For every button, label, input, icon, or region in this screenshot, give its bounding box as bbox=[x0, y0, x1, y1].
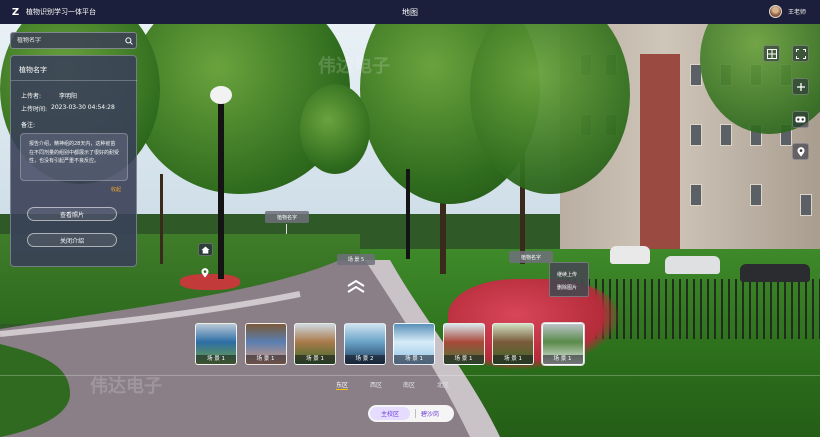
upload-time-label: 上传时间: bbox=[21, 106, 48, 113]
collapse-link[interactable]: 收起 bbox=[111, 186, 121, 193]
search-bar bbox=[10, 32, 137, 49]
location-icon[interactable] bbox=[792, 143, 809, 160]
car bbox=[610, 246, 650, 264]
area-tab-south[interactable]: 南区 bbox=[403, 380, 415, 389]
close-intro-button[interactable]: 关闭介绍 bbox=[27, 233, 117, 247]
remark-text[interactable]: 报告介绍，精神组的28天内，这种疫苗 在不同剂量的组别中都展示了很好的耐受 性，… bbox=[20, 133, 128, 181]
campus-switch: 主校区 碧沙岗 bbox=[368, 405, 454, 422]
scene-thumbnail-label: 场 景 1 bbox=[196, 355, 236, 364]
remark-line: 在不同剂量的组别中都展示了很好的耐受 bbox=[29, 149, 120, 156]
scene-hotspot-label[interactable]: 场 景 5 bbox=[337, 254, 375, 265]
page-title: 地图 bbox=[402, 8, 418, 17]
scene-thumbnail[interactable]: 场 景 1 bbox=[442, 323, 485, 365]
user-menu[interactable]: 王老师 bbox=[768, 5, 806, 18]
scene-thumbnail[interactable]: 场 景 1 bbox=[294, 323, 336, 365]
car bbox=[740, 264, 810, 282]
vr-headset-icon[interactable] bbox=[792, 111, 809, 128]
search-icon[interactable] bbox=[122, 36, 136, 45]
remark-line: 报告介绍，精神组的28天内，这种疫苗 bbox=[29, 141, 116, 147]
plant-tag-right[interactable]: 植物名字 bbox=[509, 251, 553, 263]
scene-thumbnail-label: 场 景 1 bbox=[394, 355, 434, 364]
area-tab-east[interactable]: 东区 bbox=[336, 380, 348, 389]
scene-thumbnail-label: 场 景 1 bbox=[245, 355, 286, 364]
context-menu-item-continue-upload[interactable]: 继续上传 bbox=[557, 271, 577, 278]
scene-thumbnail[interactable]: 场 景 1 bbox=[492, 323, 534, 365]
user-name: 王老师 bbox=[787, 9, 806, 16]
zoom-in-icon[interactable] bbox=[792, 78, 809, 95]
upload-time-value: 2023-03-30 04:54:28 bbox=[51, 104, 115, 111]
campus-tab-bishagang[interactable]: 碧沙岗 bbox=[421, 409, 439, 418]
watermark: 伟达电子 bbox=[318, 56, 390, 77]
strip-divider bbox=[0, 375, 820, 376]
remark-line: 性，也没有引起严重不良反应。 bbox=[29, 158, 100, 164]
chevron-up-icon[interactable] bbox=[346, 278, 366, 294]
plant-tag-left[interactable]: 植物名字 bbox=[265, 211, 309, 223]
uploader-value: 李明阳 bbox=[59, 93, 78, 100]
campus-separator bbox=[415, 409, 416, 418]
scene-thumbnail-label: 场 景 1 bbox=[443, 355, 484, 364]
top-bar: Z 植物识别学习一体平台 地图 王老师 bbox=[0, 0, 820, 24]
plant-info-panel: 植物名字 上传者: 李明阳 上传时间: 2023-03-30 04:54:28 … bbox=[10, 55, 137, 267]
view-photo-button[interactable]: 查看照片 bbox=[27, 207, 117, 221]
context-menu: 继续上传 删除图片 bbox=[549, 262, 589, 297]
search-input[interactable] bbox=[11, 37, 122, 44]
uploader-label: 上传者: bbox=[21, 93, 42, 100]
fullscreen-icon[interactable] bbox=[792, 45, 809, 62]
panel-title: 植物名字 bbox=[19, 66, 47, 74]
remark-label: 备注: bbox=[21, 122, 36, 129]
layout-icon[interactable] bbox=[763, 45, 780, 62]
area-tab-underline bbox=[336, 389, 348, 390]
scene-thumbnail[interactable]: 场 景 1 bbox=[195, 323, 237, 365]
lamp-globe bbox=[210, 86, 232, 104]
scene-thumbnail-label: 场 景 1 bbox=[295, 355, 335, 364]
home-upload-icon[interactable] bbox=[198, 243, 213, 256]
area-tab-north[interactable]: 北区 bbox=[437, 380, 449, 389]
scene-thumbnail-label: 场 景 1 bbox=[542, 355, 583, 364]
area-tab-west[interactable]: 西区 bbox=[370, 380, 382, 389]
scene-thumbnail-label: 场 景 1 bbox=[493, 355, 533, 364]
tree-trunk bbox=[160, 174, 163, 264]
scene-thumbnail-label: 场 景 2 bbox=[344, 355, 385, 364]
upload-time-row: 上传时间: 2023-03-30 04:54:28 bbox=[21, 104, 115, 113]
context-menu-item-delete-image[interactable]: 删除图片 bbox=[557, 284, 577, 291]
car bbox=[665, 256, 720, 274]
pin-icon[interactable] bbox=[201, 268, 209, 278]
street-lamp bbox=[218, 99, 224, 279]
street-lamp bbox=[406, 169, 410, 259]
uploader-row: 上传者: 李明阳 bbox=[21, 91, 77, 100]
campus-tab-main[interactable]: 主校区 bbox=[370, 407, 410, 420]
scene-thumbnail[interactable]: 场 景 1 bbox=[244, 323, 287, 365]
divider bbox=[11, 80, 137, 81]
scene-thumbnail[interactable]: 场 景 1 bbox=[393, 323, 435, 365]
flower-bed bbox=[180, 274, 240, 290]
scene-thumbnail[interactable]: 场 景 1 bbox=[541, 323, 584, 365]
tag-stem bbox=[286, 224, 287, 234]
avatar[interactable] bbox=[768, 5, 782, 18]
tree-canopy bbox=[300, 84, 370, 174]
red-building bbox=[640, 54, 680, 254]
scene-thumbnail[interactable]: 场 景 2 bbox=[343, 323, 386, 365]
